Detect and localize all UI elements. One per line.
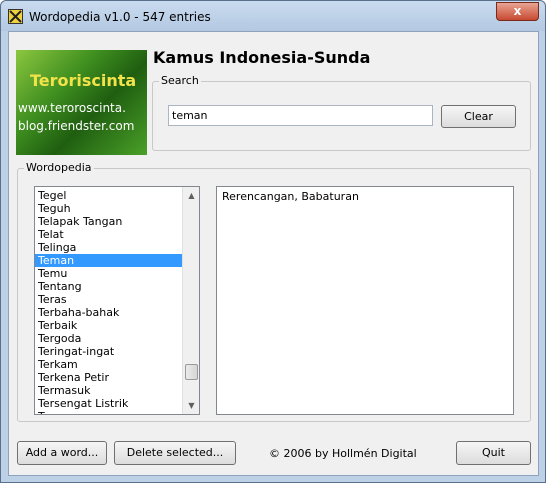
add-word-button[interactable]: Add a word...	[17, 441, 107, 465]
list-item[interactable]: Terkam	[35, 358, 182, 371]
scroll-down-arrow-icon[interactable]: ▼	[183, 397, 199, 414]
list-item[interactable]: Teman	[35, 254, 182, 267]
list-item[interactable]: Terkena Petir	[35, 371, 182, 384]
list-item[interactable]: Temu	[35, 267, 182, 280]
list-item[interactable]: Teguh	[35, 202, 182, 215]
list-item[interactable]: Teringat-ingat	[35, 345, 182, 358]
app-icon[interactable]	[8, 9, 23, 24]
delete-selected-button[interactable]: Delete selected...	[114, 441, 236, 465]
logo-url-line2: blog.friendster.com	[18, 119, 135, 133]
logo-title: Teroriscinta	[30, 71, 137, 90]
logo-url-line1: www.teroroscinta.	[18, 101, 126, 115]
scroll-up-arrow-icon[interactable]: ▲	[183, 187, 199, 204]
page-title: Kamus Indonesia-Sunda	[153, 48, 371, 67]
clear-button[interactable]: Clear	[441, 105, 516, 128]
scroll-thumb[interactable]	[185, 364, 198, 380]
list-item[interactable]: Tersengat Listrik	[35, 397, 182, 410]
list-item[interactable]: Terbaik	[35, 319, 182, 332]
list-item[interactable]: Terbaha-bahak	[35, 306, 182, 319]
app-window: Wordopedia v1.0 - 547 entries x Terorisc…	[0, 0, 546, 483]
list-item[interactable]: Telat	[35, 228, 182, 241]
word-list-scrollbar[interactable]: ▲ ▼	[182, 187, 199, 414]
list-item[interactable]: Telinga	[35, 241, 182, 254]
quit-button[interactable]: Quit	[456, 441, 531, 465]
search-group: Search Clear	[152, 74, 531, 151]
list-item[interactable]: Termasuk	[35, 384, 182, 397]
logo-banner: Teroriscinta www.teroroscinta. blog.frie…	[16, 50, 147, 155]
list-item[interactable]: Tergoda	[35, 332, 182, 345]
search-input[interactable]	[168, 105, 433, 126]
definition-text[interactable]: Rerencangan, Babaturan	[216, 186, 514, 415]
list-item[interactable]: Telapak Tangan	[35, 215, 182, 228]
word-list[interactable]: Tegel Teguh Telapak Tangan Telat Telinga Tema…	[34, 186, 200, 415]
list-item[interactable]: Teras	[35, 293, 182, 306]
list-item[interactable]: Tegel	[35, 189, 182, 202]
word-list-items: Tegel Teguh Telapak Tangan Telat Telinga Tema…	[35, 189, 182, 414]
title-bar[interactable]: Wordopedia v1.0 - 547 entries x	[1, 1, 545, 31]
copyright-text: © 2006 by Hollmén Digital	[269, 447, 417, 460]
list-item[interactable]: Tersenyum	[35, 410, 182, 414]
wordopedia-group-label: Wordopedia	[24, 161, 94, 174]
window-title: Wordopedia v1.0 - 547 entries	[29, 10, 211, 24]
search-group-label: Search	[159, 74, 201, 87]
list-item[interactable]: Tentang	[35, 280, 182, 293]
close-button[interactable]: x	[496, 2, 539, 21]
wordopedia-group: Wordopedia Tegel Teguh Telapak Tangan Telat…	[17, 161, 531, 422]
client-area: Teroriscinta www.teroroscinta. blog.frie…	[8, 31, 539, 476]
